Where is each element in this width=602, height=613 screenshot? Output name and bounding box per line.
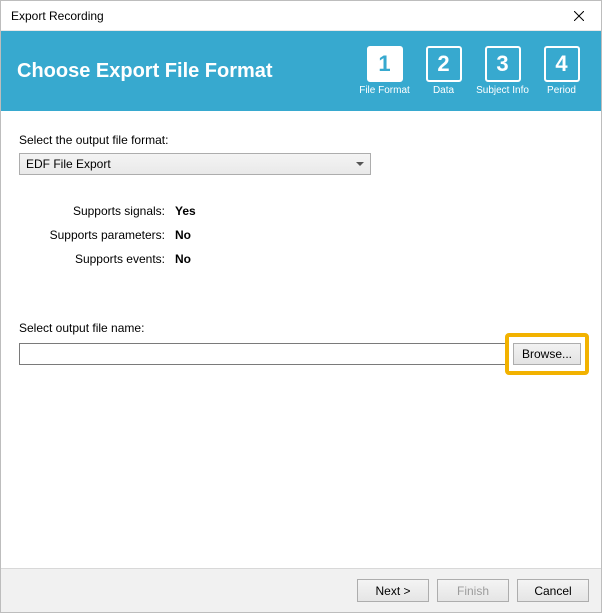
prop-value: Yes [175, 204, 196, 218]
step-number: 2 [426, 46, 462, 82]
page-title: Choose Export File Format [17, 60, 357, 83]
step-label: Subject Info [476, 85, 529, 96]
prop-label: Supports parameters: [25, 228, 175, 242]
wizard-steps: 1 File Format 2 Data 3 Subject Info 4 Pe… [357, 46, 589, 96]
wizard-content: Select the output file format: EDF File … [1, 111, 601, 568]
output-file-input[interactable] [19, 343, 509, 365]
file-format-selected: EDF File Export [26, 157, 111, 171]
finish-button: Finish [437, 579, 509, 602]
close-button[interactable] [557, 1, 601, 31]
cancel-button[interactable]: Cancel [517, 579, 589, 602]
step-label: File Format [359, 85, 410, 96]
prop-value: No [175, 252, 191, 266]
output-file-row: Browse... [19, 341, 583, 367]
step-label: Data [433, 85, 454, 96]
wizard-header: Choose Export File Format 1 File Format … [1, 31, 601, 111]
format-prompt: Select the output file format: [19, 133, 583, 147]
step-number: 4 [544, 46, 580, 82]
step-label: Period [547, 85, 576, 96]
export-recording-dialog: Export Recording Choose Export File Form… [0, 0, 602, 613]
prop-parameters: Supports parameters: No [25, 223, 583, 247]
file-format-combo[interactable]: EDF File Export [19, 153, 371, 175]
wizard-footer: Next > Finish Cancel [1, 568, 601, 612]
output-file-prompt: Select output file name: [19, 321, 583, 335]
prop-signals: Supports signals: Yes [25, 199, 583, 223]
chevron-down-icon [356, 162, 364, 166]
step-data[interactable]: 2 Data [416, 46, 471, 96]
window-title: Export Recording [11, 9, 557, 23]
prop-label: Supports signals: [25, 204, 175, 218]
browse-wrap: Browse... [511, 341, 583, 367]
step-file-format[interactable]: 1 File Format [357, 46, 412, 96]
prop-label: Supports events: [25, 252, 175, 266]
browse-button[interactable]: Browse... [513, 343, 581, 365]
prop-events: Supports events: No [25, 247, 583, 271]
next-button[interactable]: Next > [357, 579, 429, 602]
format-properties: Supports signals: Yes Supports parameter… [25, 199, 583, 271]
step-subject-info[interactable]: 3 Subject Info [475, 46, 530, 96]
step-number: 1 [367, 46, 403, 82]
output-file-section: Select output file name: Browse... [19, 321, 583, 367]
step-number: 3 [485, 46, 521, 82]
close-icon [574, 11, 584, 21]
prop-value: No [175, 228, 191, 242]
step-period[interactable]: 4 Period [534, 46, 589, 96]
titlebar: Export Recording [1, 1, 601, 31]
